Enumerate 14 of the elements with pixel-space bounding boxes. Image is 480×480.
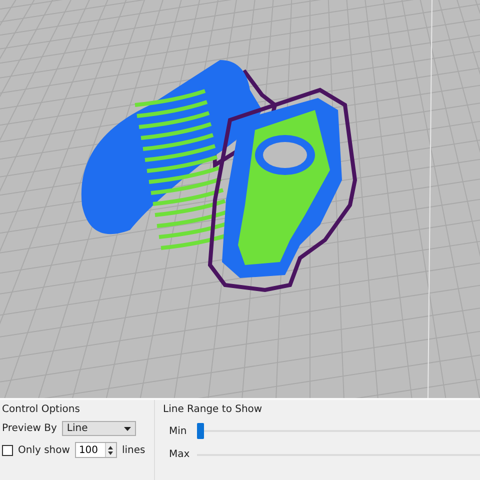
group-title: Line Range to Show [163,404,264,415]
group-title: Control Options [2,404,81,415]
slider-handle[interactable] [197,423,204,439]
only-show-checkbox[interactable] [2,444,13,456]
checkbox-label: Only show [18,444,70,456]
slider-label: Max [169,449,191,460]
line-count-spinbox[interactable]: 100 [74,442,117,458]
preview-by-dropdown[interactable]: Line [62,421,136,436]
caret-icon [124,426,131,430]
unit-label: lines [122,444,146,456]
slider-label: Min [169,426,188,436]
spin-arrows-icon [108,446,114,454]
line-count-input[interactable]: 100 [76,443,105,457]
field-label: Preview By [2,423,57,434]
